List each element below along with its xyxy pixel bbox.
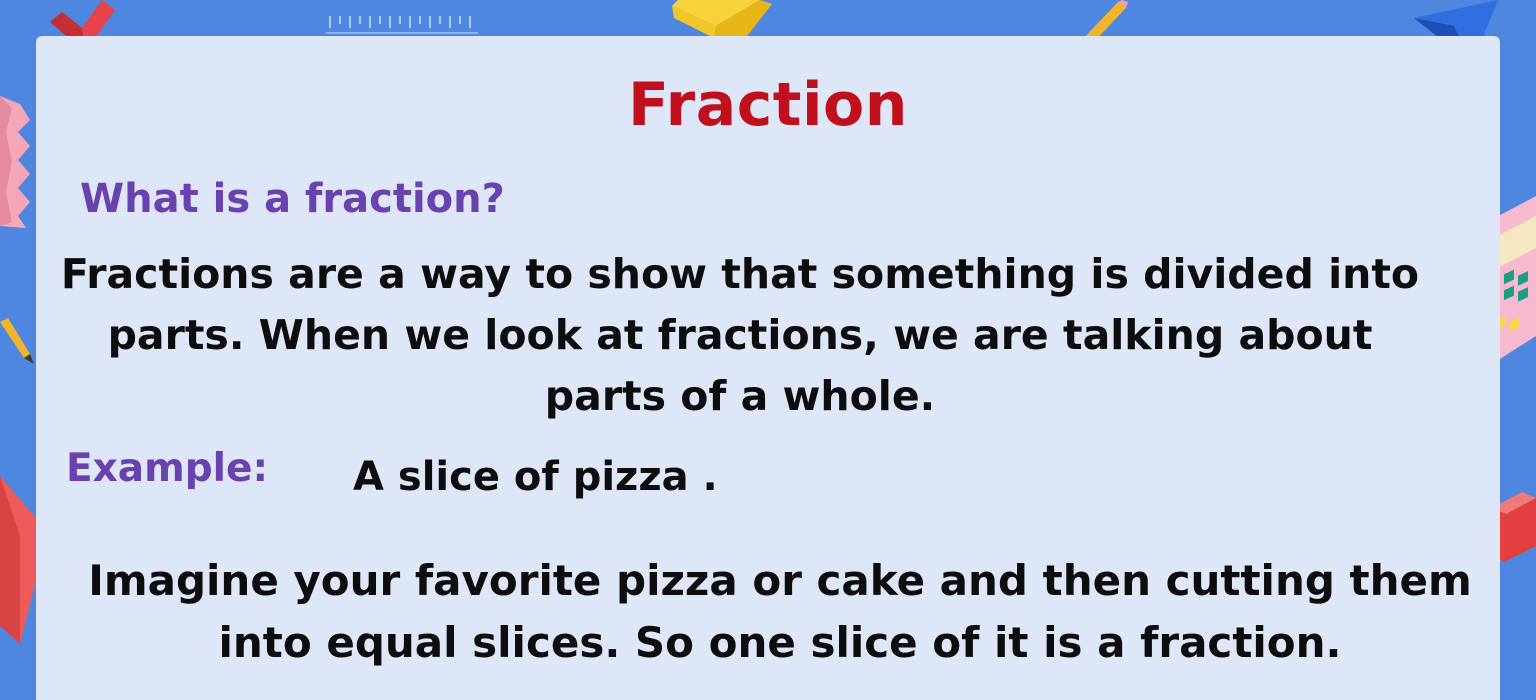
explanation-paragraph: Imagine your favorite pizza or cake and … — [88, 556, 1472, 667]
example-label: Example: — [66, 446, 269, 491]
question-heading: What is a fraction? — [80, 176, 505, 222]
slide-title: Fraction — [628, 70, 908, 140]
example-text: A slice of pizza . — [353, 454, 718, 500]
pencil-icon — [0, 318, 34, 364]
definition-paragraph: Fractions are a way to show that somethi… — [60, 250, 1420, 420]
ruler-icon — [326, 14, 478, 34]
